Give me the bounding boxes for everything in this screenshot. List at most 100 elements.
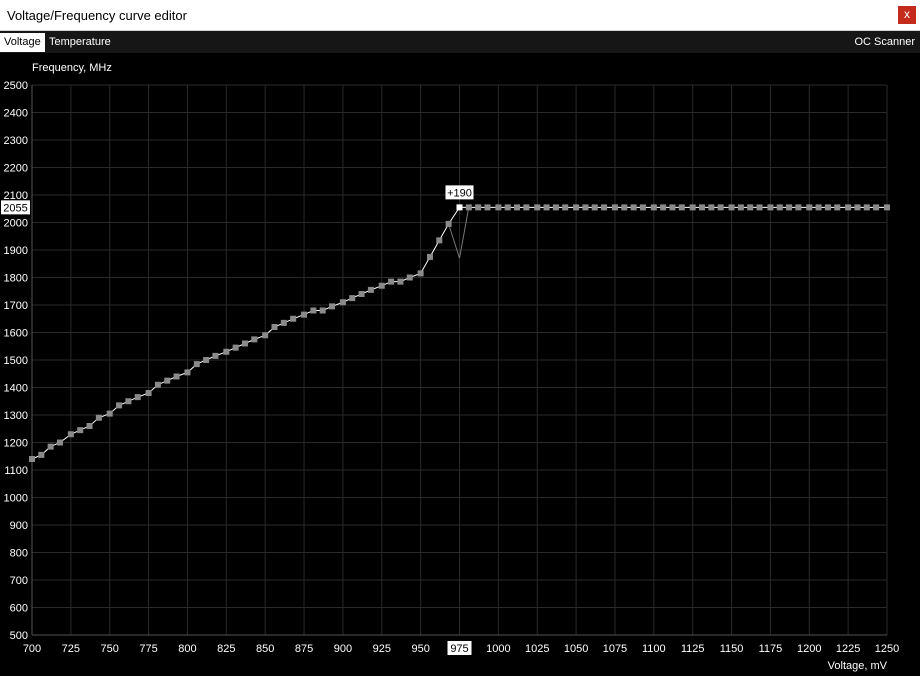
curve-point[interactable]: [47, 443, 54, 450]
curve-point[interactable]: [475, 204, 482, 211]
curve-point[interactable]: [815, 204, 822, 211]
curve-point[interactable]: [241, 340, 248, 347]
curve-point[interactable]: [358, 291, 365, 297]
curve-point[interactable]: [426, 253, 433, 260]
curve-point[interactable]: [767, 204, 774, 211]
curve-point[interactable]: [639, 204, 646, 211]
curve-point[interactable]: [504, 204, 511, 211]
selected-curve-point[interactable]: [456, 204, 463, 211]
curve-point[interactable]: [116, 402, 123, 409]
curve-point[interactable]: [38, 451, 45, 458]
curve-point[interactable]: [737, 204, 744, 211]
curve-point[interactable]: [310, 307, 317, 314]
curve-point[interactable]: [232, 344, 239, 351]
curve-point[interactable]: [280, 319, 287, 326]
curve-point[interactable]: [106, 410, 113, 417]
curve-point[interactable]: [795, 204, 802, 211]
curve-point[interactable]: [834, 204, 841, 211]
curve-point[interactable]: [271, 324, 278, 330]
curve-point[interactable]: [534, 204, 541, 211]
curve-point[interactable]: [301, 311, 308, 318]
curve-point[interactable]: [747, 204, 754, 211]
tab-voltage[interactable]: Voltage: [0, 33, 45, 52]
curve-point[interactable]: [824, 204, 831, 211]
y-tick-label: 2500: [4, 80, 28, 92]
curve-point[interactable]: [212, 352, 219, 359]
curve-point[interactable]: [134, 394, 141, 401]
curve-point[interactable]: [514, 204, 521, 211]
curve-point[interactable]: [67, 431, 74, 438]
curve-point[interactable]: [445, 220, 452, 227]
curve-point[interactable]: [776, 204, 783, 211]
curve-point[interactable]: [388, 278, 395, 285]
curve-point[interactable]: [591, 204, 598, 211]
curve-point[interactable]: [611, 204, 618, 211]
curve-point[interactable]: [873, 204, 880, 211]
curve-point[interactable]: [495, 204, 502, 211]
curve-point[interactable]: [630, 204, 637, 211]
y-tick-label: 700: [10, 575, 28, 587]
curve-point[interactable]: [436, 237, 443, 244]
curve-point[interactable]: [349, 295, 356, 302]
curve-point[interactable]: [863, 204, 870, 211]
curve-point[interactable]: [203, 357, 210, 363]
curve-point[interactable]: [164, 377, 171, 384]
curve-point[interactable]: [319, 307, 326, 314]
curve-point[interactable]: [417, 270, 424, 277]
curve-point[interactable]: [484, 204, 491, 211]
curve-point[interactable]: [708, 204, 715, 211]
close-button[interactable]: x: [898, 6, 916, 24]
curve-point[interactable]: [689, 204, 696, 211]
curve-point[interactable]: [699, 204, 706, 211]
tab-bar: Voltage Temperature OC Scanner: [0, 31, 920, 53]
curve-point[interactable]: [145, 390, 152, 396]
curve-point[interactable]: [854, 204, 861, 211]
vf-curve-chart[interactable]: Frequency, MHz Voltage, mV 500 600 700 800 9…: [0, 53, 920, 676]
curve-point[interactable]: [678, 204, 685, 211]
curve-point[interactable]: [290, 315, 297, 322]
curve-point[interactable]: [621, 204, 628, 211]
curve-point[interactable]: [669, 204, 676, 211]
y-tick-label: 1600: [4, 328, 28, 340]
curve-point[interactable]: [465, 204, 472, 211]
curve-point[interactable]: [601, 204, 608, 211]
curve-point[interactable]: [845, 204, 852, 211]
curve-point[interactable]: [262, 332, 269, 339]
curve-point[interactable]: [406, 274, 413, 281]
curve-point[interactable]: [329, 303, 336, 310]
curve-point[interactable]: [56, 439, 63, 446]
curve-point[interactable]: [523, 204, 530, 211]
curve-point[interactable]: [86, 423, 93, 429]
curve-point[interactable]: [154, 381, 161, 388]
curve-point[interactable]: [125, 398, 132, 405]
curve-point[interactable]: [173, 373, 180, 380]
curve-point[interactable]: [660, 204, 667, 211]
x-tick-label: 1075: [603, 643, 627, 655]
curve-point[interactable]: [543, 204, 550, 211]
curve-point[interactable]: [378, 282, 385, 289]
curve-point[interactable]: [552, 204, 559, 211]
x-tick-label: 1125: [681, 643, 705, 655]
curve-point[interactable]: [193, 361, 200, 368]
curve-point[interactable]: [806, 204, 813, 211]
curve-point[interactable]: [184, 369, 191, 376]
tab-temperature[interactable]: Temperature: [45, 33, 115, 52]
curve-point[interactable]: [756, 204, 763, 211]
curve-point[interactable]: [573, 204, 580, 211]
curve-point[interactable]: [717, 204, 724, 211]
curve-point[interactable]: [95, 414, 102, 421]
curve-point[interactable]: [339, 299, 346, 306]
curve-point[interactable]: [223, 348, 230, 355]
curve-point[interactable]: [786, 204, 793, 211]
curve-point[interactable]: [367, 286, 374, 293]
curve-point[interactable]: [77, 427, 84, 434]
curve-point[interactable]: [562, 204, 569, 211]
curve-point[interactable]: [397, 278, 404, 285]
curve-point[interactable]: [29, 456, 35, 462]
curve-point[interactable]: [251, 336, 258, 343]
curve-point[interactable]: [582, 204, 589, 211]
curve-point[interactable]: [728, 204, 735, 211]
oc-scanner-button[interactable]: OC Scanner: [850, 33, 919, 52]
curve-point[interactable]: [884, 204, 890, 211]
curve-point[interactable]: [650, 204, 657, 211]
